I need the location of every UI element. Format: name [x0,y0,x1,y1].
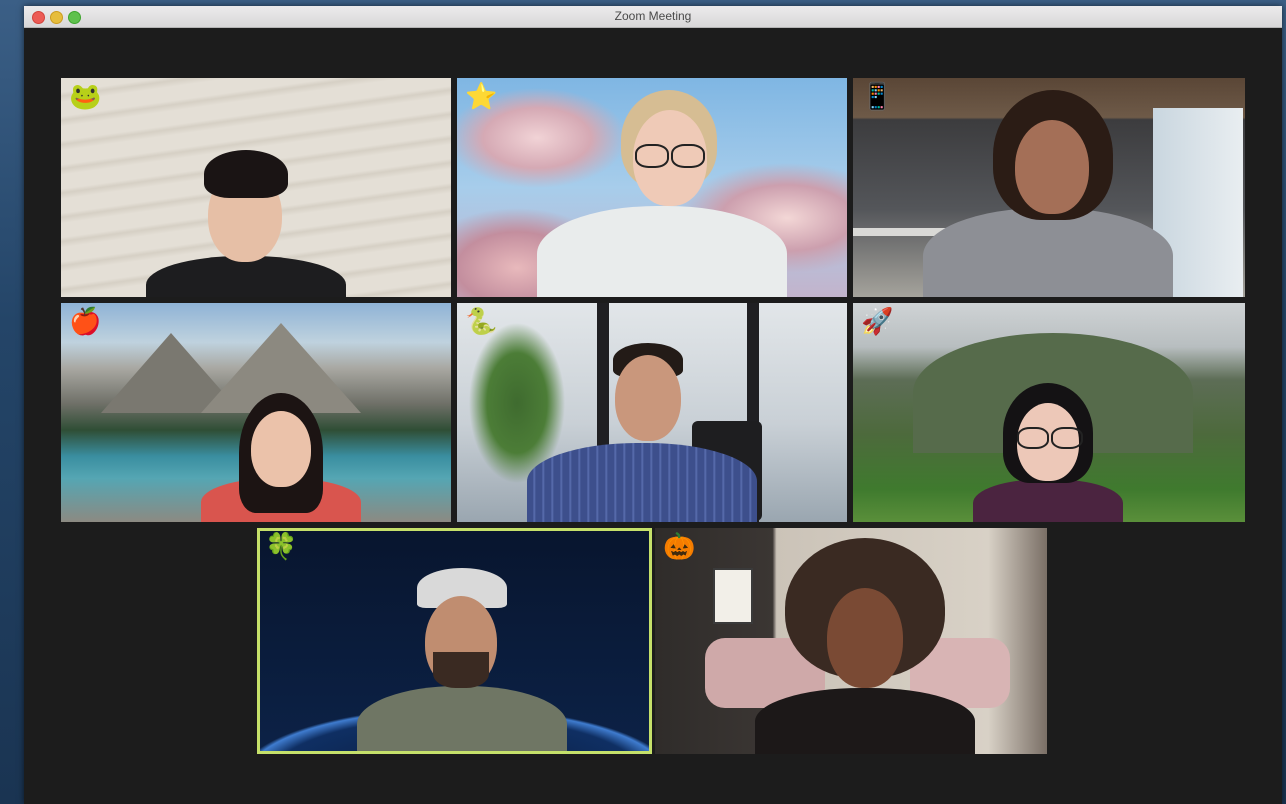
participant-video [201,393,361,522]
participant-video [146,148,346,297]
participant-tile[interactable]: ⭐ [457,78,847,297]
participant-tile[interactable]: 🐸 [61,78,451,297]
participant-tile-active-speaker[interactable]: 🍀 [257,528,652,754]
participant-video [537,86,787,297]
participant-video [527,343,757,522]
participant-video [973,383,1123,522]
participant-tile[interactable]: 🐍 [457,303,847,522]
apple-icon: 🍎 [69,307,102,337]
participant-tile[interactable]: 📱 [853,78,1245,297]
participant-tile[interactable]: 🍎 [61,303,451,522]
participant-video [745,538,985,754]
participant-video [923,90,1173,297]
snake-icon: 🐍 [465,307,498,337]
phone-icon: 📱 [861,82,894,112]
rocket-icon: 🚀 [861,307,894,337]
zoom-meeting-window: Zoom Meeting 🐸 ⭐ 📱 🍎 🐍 🚀 🍀 🎃 [24,6,1282,804]
window-title: Zoom Meeting [614,9,692,23]
participant-video [357,568,567,754]
participant-tile[interactable]: 🚀 [853,303,1245,522]
gallery-view: 🐸 ⭐ 📱 🍎 🐍 🚀 🍀 🎃 [24,28,1282,804]
frog-icon: 🐸 [69,82,102,112]
clover-icon: 🍀 [265,532,298,562]
participant-tile[interactable]: 🎃 [655,528,1047,754]
pumpkin-icon: 🎃 [663,532,696,562]
star-icon: ⭐ [465,82,498,112]
window-titlebar[interactable]: Zoom Meeting [24,6,1282,28]
